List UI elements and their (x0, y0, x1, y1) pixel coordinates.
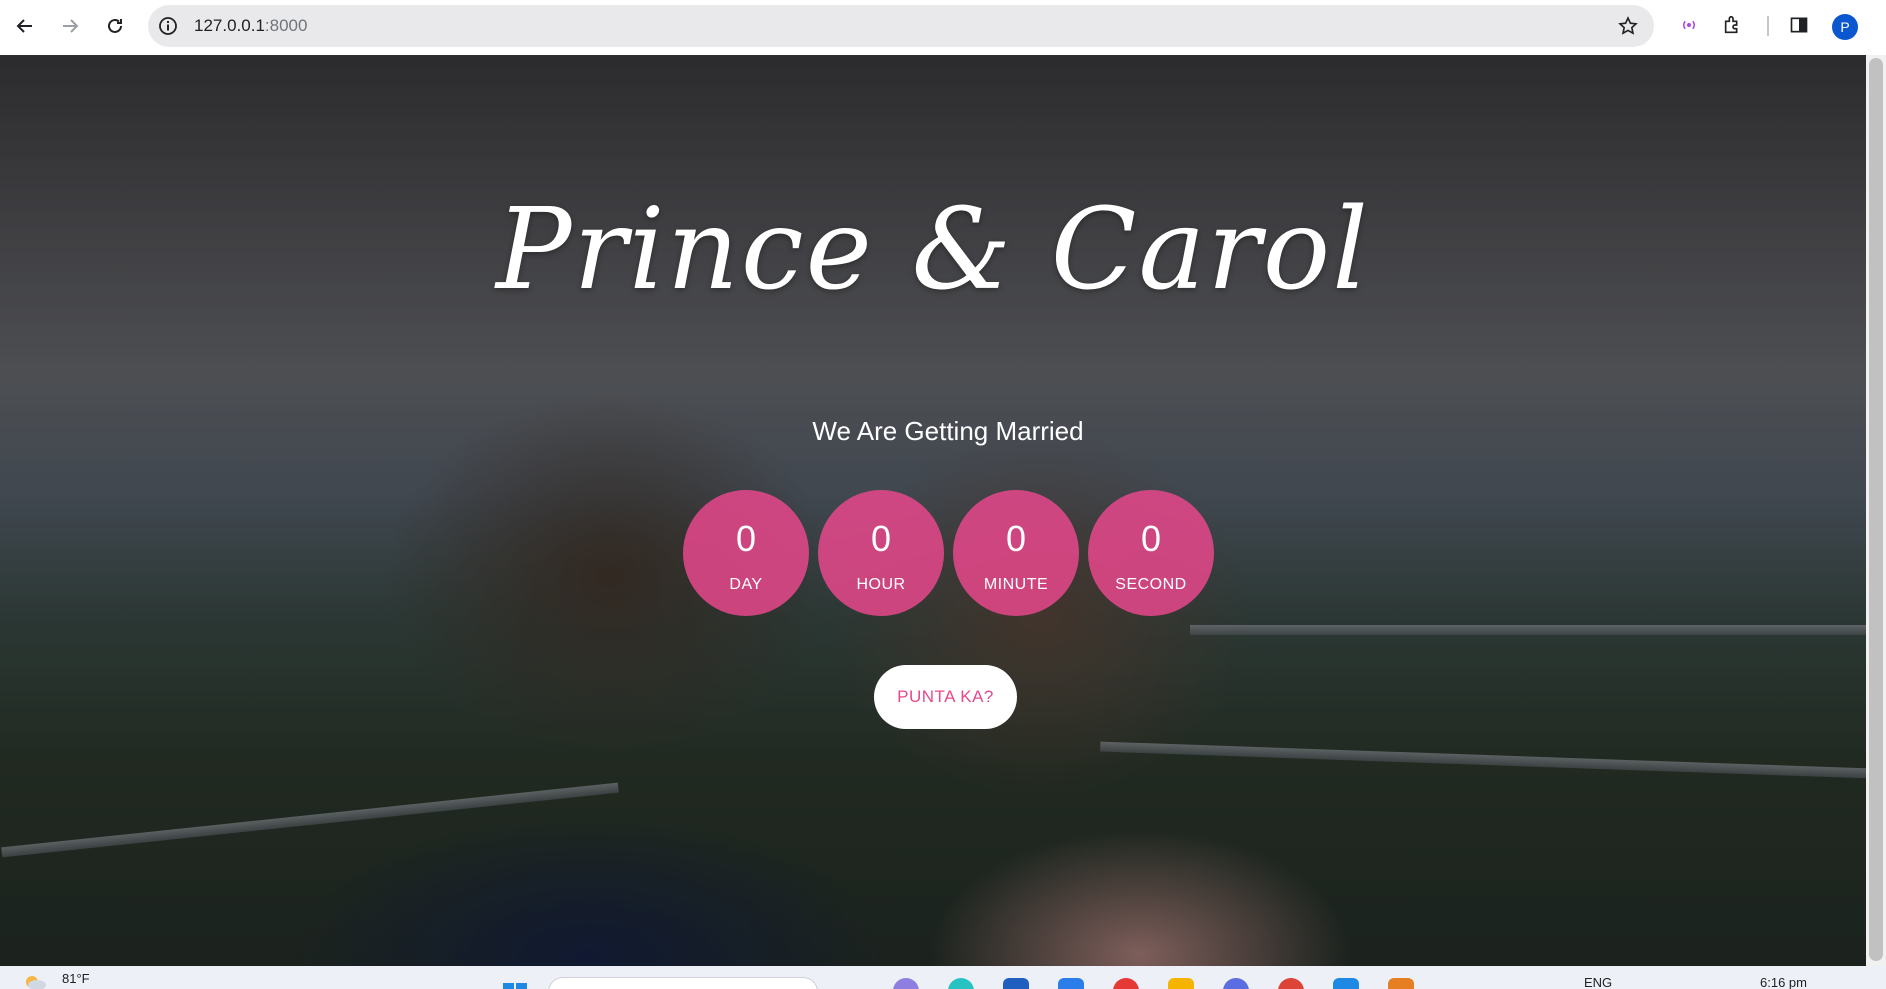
bookmark-star-icon[interactable] (1618, 16, 1638, 36)
hero-subtitle: We Are Getting Married (812, 416, 1084, 446)
browser-toolbar: 127.0.0.1:8000 P (0, 0, 1886, 55)
rsvp-button[interactable]: PUNTA KA? (874, 665, 1017, 729)
url-text[interactable]: 127.0.0.1:8000 (194, 5, 307, 47)
reload-icon (108, 18, 122, 33)
toolbar-divider (1767, 16, 1769, 36)
taskbar-app-icon[interactable] (1113, 978, 1139, 989)
countdown-timer: 0 DAY 0 HOUR 0 MINUTE 0 SECOND (683, 490, 1214, 616)
countdown-label: DAY (729, 576, 763, 593)
countdown-day: 0 DAY (683, 490, 809, 616)
taskbar-app-icon[interactable] (1003, 978, 1029, 989)
weather-temperature[interactable]: 81°F (62, 971, 90, 986)
system-clock[interactable]: 6:16 pm (1760, 975, 1807, 989)
taskbar-app-icon[interactable] (1388, 978, 1414, 989)
language-indicator[interactable]: ENG (1584, 975, 1612, 989)
taskbar-app-icon[interactable] (893, 978, 919, 989)
os-taskbar: 81°F ENG 6:16 pm (0, 966, 1886, 989)
media-cast-icon[interactable] (1677, 13, 1701, 37)
weather-cloud-icon[interactable] (22, 972, 48, 989)
countdown-minute: 0 MINUTE (953, 490, 1079, 616)
taskbar-app-icon[interactable] (948, 978, 974, 989)
countdown-value: 0 (1005, 518, 1027, 559)
taskbar-app-icon[interactable] (1333, 978, 1359, 989)
countdown-hour: 0 HOUR (818, 490, 944, 616)
countdown-value: 0 (1140, 518, 1162, 559)
url-host: 127.0.0.1 (194, 16, 265, 35)
countdown-label: HOUR (856, 576, 906, 593)
forward-button[interactable] (54, 10, 86, 42)
taskbar-app-icon[interactable] (1058, 978, 1084, 989)
taskbar-app-icon[interactable] (1223, 978, 1249, 989)
taskbar-app-icon[interactable] (1168, 978, 1194, 989)
countdown-label: SECOND (1115, 576, 1187, 593)
reload-button[interactable] (99, 10, 131, 42)
countdown-value: 0 (735, 518, 757, 559)
side-panel-icon[interactable] (1787, 13, 1811, 37)
profile-avatar[interactable]: P (1832, 14, 1858, 40)
info-icon[interactable] (158, 16, 178, 36)
extensions-icon[interactable] (1721, 13, 1745, 37)
url-port: :8000 (264, 16, 308, 35)
couple-names-title: Prince & Carol (495, 185, 1370, 315)
countdown-label: MINUTE (983, 576, 1049, 593)
back-button[interactable] (9, 10, 41, 42)
arrow-left-icon (16, 19, 32, 33)
arrow-right-icon (63, 19, 79, 33)
taskbar-app-icon[interactable] (1278, 978, 1304, 989)
countdown-value: 0 (870, 518, 892, 559)
address-bar[interactable]: 127.0.0.1:8000 (148, 5, 1654, 47)
taskbar-search[interactable] (548, 977, 818, 989)
countdown-second: 0 SECOND (1088, 490, 1214, 616)
scrollbar-thumb[interactable] (1869, 58, 1883, 961)
windows-start-icon[interactable] (500, 980, 530, 989)
